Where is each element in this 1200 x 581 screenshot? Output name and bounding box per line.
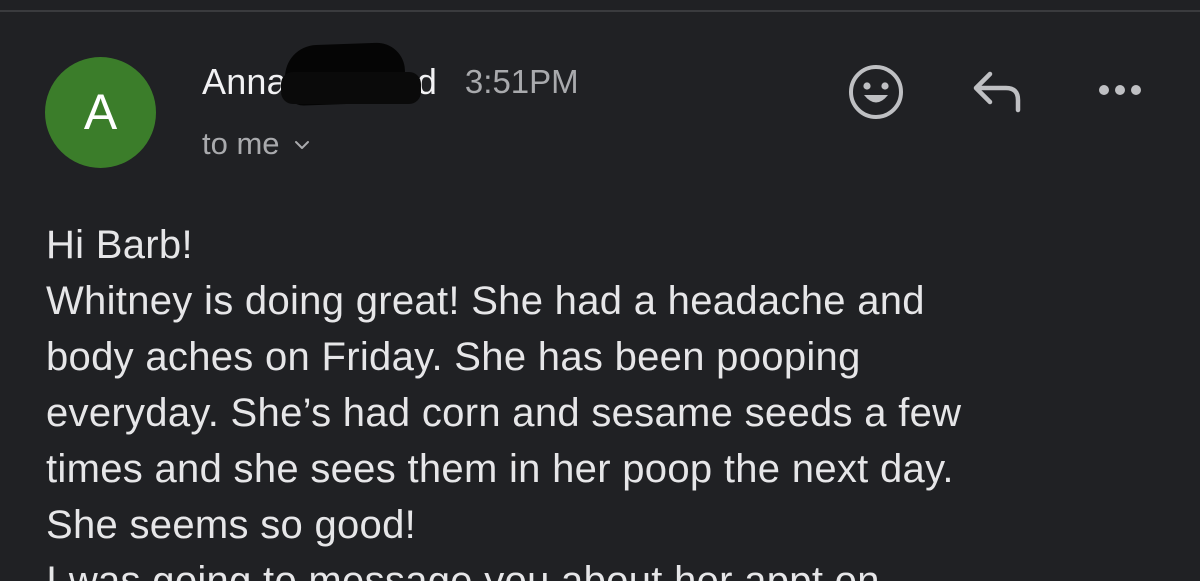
more-options-button[interactable] bbox=[1092, 70, 1148, 110]
chevron-down-icon bbox=[294, 141, 309, 149]
body-line: times and she sees them in her poop the … bbox=[46, 447, 954, 491]
more-horizontal-icon bbox=[1099, 85, 1141, 95]
redaction-mark bbox=[280, 41, 429, 107]
avatar[interactable]: A bbox=[45, 57, 156, 168]
sender-row: Anna d 3:51PM bbox=[202, 41, 579, 107]
reply-button[interactable] bbox=[968, 64, 1030, 120]
recipient-details-toggle[interactable]: to me bbox=[202, 126, 312, 162]
smiley-icon bbox=[849, 65, 903, 119]
body-line: everyday. She’s had corn and sesame seed… bbox=[46, 391, 962, 435]
body-line: Hi Barb! bbox=[46, 223, 193, 267]
top-divider bbox=[0, 10, 1200, 12]
recipient-label: to me bbox=[202, 126, 280, 161]
reply-arrow-icon bbox=[973, 71, 1021, 113]
email-view: A Anna d 3:51PM to me Hi Barb! Whitney i… bbox=[0, 0, 1200, 581]
add-reaction-button[interactable] bbox=[846, 62, 906, 122]
body-line: She seems so good! bbox=[46, 503, 417, 547]
avatar-letter: A bbox=[83, 83, 118, 140]
body-line: body aches on Friday. She has been poopi… bbox=[46, 335, 861, 379]
message-time: 3:51PM bbox=[464, 63, 579, 100]
sender-name[interactable]: Anna bbox=[202, 61, 287, 103]
body-line: Whitney is doing great! She had a headac… bbox=[46, 279, 925, 323]
message-body: Hi Barb! Whitney is doing great! She had… bbox=[46, 217, 1166, 581]
body-line: I was going to message you about her app… bbox=[46, 559, 880, 581]
